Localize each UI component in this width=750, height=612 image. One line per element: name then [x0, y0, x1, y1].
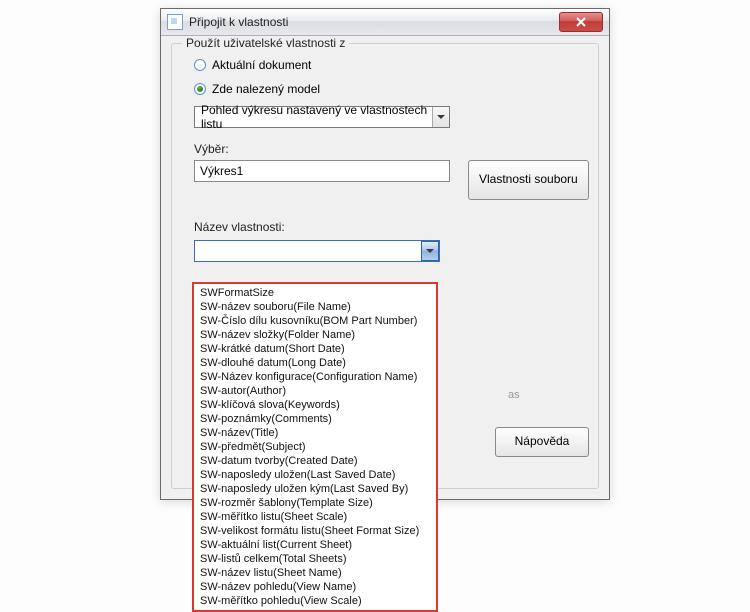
dropdown-item[interactable]: SW-naposledy uložen kým(Last Saved By)	[194, 482, 436, 496]
help-button[interactable]: Nápověda	[495, 427, 589, 457]
dialog-title: Připojit k vlastnosti	[189, 15, 288, 29]
radio-icon	[194, 59, 206, 71]
dropdown-item[interactable]: SWFormatSize	[194, 286, 436, 300]
dropdown-item[interactable]: SW-rozměr šablony(Template Size)	[194, 496, 436, 510]
titlebar[interactable]: Připojit k vlastnosti	[161, 9, 609, 36]
dropdown-item[interactable]: SW-název pohledu(View Name)	[194, 580, 436, 594]
property-name-label: Název vlastnosti:	[194, 220, 598, 234]
dropdown-item[interactable]: SW-poznámky(Comments)	[194, 412, 436, 426]
property-name-dropdown[interactable]: SWFormatSizeSW-název souboru(File Name)S…	[192, 282, 438, 612]
selection-value: Výkres1	[200, 164, 243, 178]
selection-textbox[interactable]: Výkres1	[194, 160, 450, 182]
dropdown-item[interactable]: SW-Název konfigurace(Configuration Name)	[194, 370, 436, 384]
combo-arrow[interactable]	[421, 241, 439, 261]
app-icon	[167, 14, 183, 30]
dropdown-item[interactable]: SW-aktuální list(Current Sheet)	[194, 538, 436, 552]
dropdown-item[interactable]: SW-předmět(Subject)	[194, 440, 436, 454]
hint-text: as	[508, 389, 520, 401]
dropdown-item[interactable]: SW-název(Title)	[194, 426, 436, 440]
dropdown-item[interactable]: SW-naposledy uložen(Last Saved Date)	[194, 468, 436, 482]
dropdown-item[interactable]: SW-Číslo dílu kusovníku(BOM Part Number)	[194, 314, 436, 328]
dropdown-item[interactable]: SW-velikost formátu listu(Sheet Format S…	[194, 524, 436, 538]
chevron-down-icon	[426, 249, 434, 253]
file-properties-label: Vlastnosti souboru	[479, 173, 578, 187]
dropdown-item[interactable]: SW-autor(Author)	[194, 384, 436, 398]
drawing-view-combo[interactable]: Pohled výkresu nastavený ve vlastnostech…	[194, 106, 450, 128]
dropdown-item[interactable]: SW-dlouhé datum(Long Date)	[194, 356, 436, 370]
dropdown-item[interactable]: SW-název složky(Folder Name)	[194, 328, 436, 342]
dropdown-item[interactable]: SW-měřítko listu(Sheet Scale)	[194, 510, 436, 524]
radio-model-label: Zde nalezený model	[212, 82, 320, 96]
radio-model-found-here[interactable]: Zde nalezený model	[194, 82, 598, 96]
close-button[interactable]	[559, 12, 603, 32]
chevron-down-icon	[437, 115, 445, 119]
dropdown-item[interactable]: SW-klíčová slova(Keywords)	[194, 398, 436, 412]
dropdown-item[interactable]: SW-název souboru(File Name)	[194, 300, 436, 314]
selection-label: Výběr:	[194, 142, 598, 156]
dropdown-item[interactable]: SW-název listu(Sheet Name)	[194, 566, 436, 580]
drawing-view-value: Pohled výkresu nastavený ve vlastnostech…	[201, 103, 432, 131]
dropdown-item[interactable]: SW-krátké datum(Short Date)	[194, 342, 436, 356]
group-legend: Použít uživatelské vlastnosti z	[182, 36, 349, 50]
dropdown-item[interactable]: SW-datum tvorby(Created Date)	[194, 454, 436, 468]
combo-arrow[interactable]	[432, 107, 449, 127]
selection-row: Výkres1 Vlastnosti souboru	[194, 160, 598, 200]
file-properties-button[interactable]: Vlastnosti souboru	[468, 160, 589, 200]
property-name-combo[interactable]	[194, 240, 440, 262]
dropdown-item[interactable]: SW-listů celkem(Total Sheets)	[194, 552, 436, 566]
help-label: Nápověda	[515, 435, 570, 449]
dropdown-item[interactable]: SW-měřítko pohledu(View Scale)	[194, 594, 436, 608]
radio-current-label: Aktuální dokument	[212, 58, 311, 72]
close-icon	[576, 17, 586, 27]
radio-icon	[194, 83, 206, 95]
radio-current-document[interactable]: Aktuální dokument	[194, 58, 598, 72]
